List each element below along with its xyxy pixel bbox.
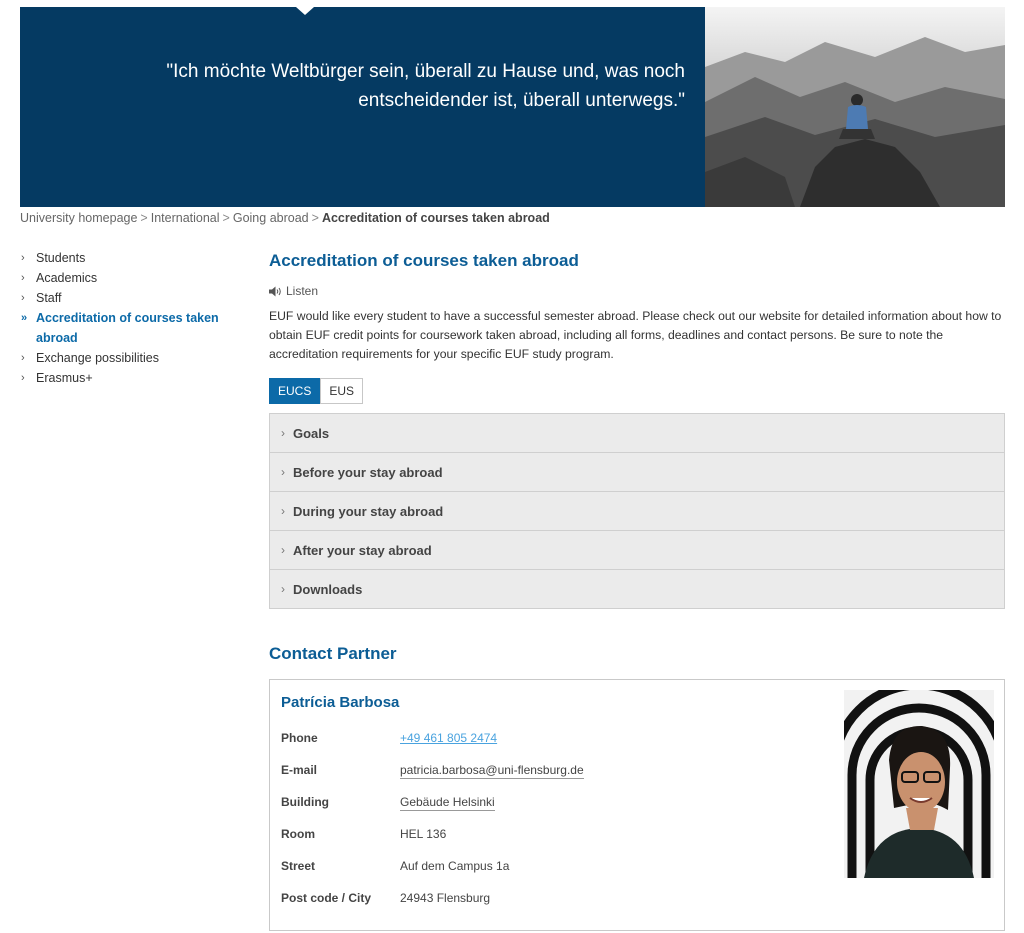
contact-label: E-mail xyxy=(281,763,318,777)
chevron-right-icon: › xyxy=(21,252,25,264)
contact-row-room: Room HEL 136 xyxy=(281,823,584,855)
contact-heading: Contact Partner xyxy=(269,644,397,663)
sidebar-item-label: Accreditation of courses taken abroad xyxy=(36,311,219,345)
contact-row-city: Post code / City 24943 Flensburg xyxy=(281,887,584,919)
sidebar-item-label: Erasmus+ xyxy=(36,371,93,385)
email-link[interactable]: patricia.barbosa@uni-flensburg.de xyxy=(400,759,584,779)
contact-details: Phone +49 461 805 2474 E-mail patricia.b… xyxy=(281,727,584,919)
hero-banner: "Ich möchte Weltbürger sein, überall zu … xyxy=(20,7,1005,207)
chevron-right-icon: › xyxy=(21,272,25,284)
accordion-item-downloads[interactable]: › Downloads xyxy=(270,570,1004,608)
street-value: Auf dem Campus 1a xyxy=(400,859,510,873)
breadcrumb-separator: > xyxy=(222,211,230,225)
sidebar-item-label: Staff xyxy=(36,291,62,305)
contact-row-email: E-mail patricia.barbosa@uni-flensburg.de xyxy=(281,759,584,791)
hero-notch xyxy=(296,7,314,15)
contact-row-phone: Phone +49 461 805 2474 xyxy=(281,727,584,759)
sidebar-item-students[interactable]: › Students xyxy=(20,248,230,268)
accordion: › Goals › Before your stay abroad › Duri… xyxy=(269,413,1005,609)
contact-row-street: Street Auf dem Campus 1a xyxy=(281,855,584,887)
contact-card: Patrícia Barbosa Phone +49 461 805 2474 … xyxy=(269,679,1005,931)
double-chevron-right-icon: » xyxy=(21,312,28,324)
listen-label: Listen xyxy=(286,284,319,298)
chevron-right-icon: › xyxy=(21,352,25,364)
sidebar-item-label: Exchange possibilities xyxy=(36,351,159,365)
chevron-right-icon: › xyxy=(281,582,285,596)
hero-quote: "Ich möchte Weltbürger sein, überall zu … xyxy=(85,57,685,115)
hero-mountain-photo xyxy=(705,7,1005,207)
breadcrumb-separator: > xyxy=(140,211,148,225)
page-title: Accreditation of courses taken abroad xyxy=(269,251,579,270)
tab-eus[interactable]: EUS xyxy=(320,378,364,404)
breadcrumb: University homepage > International > Going … xyxy=(20,211,550,225)
accordion-item-label: After your stay abroad xyxy=(293,542,432,558)
breadcrumb-item-international[interactable]: International xyxy=(151,211,220,225)
sidebar-nav: › Students › Academics › Staff » Accredi… xyxy=(20,248,230,388)
listen-button[interactable]: Listen xyxy=(269,282,1005,300)
accordion-item-label: Downloads xyxy=(293,581,363,597)
accordion-item-label: Goals xyxy=(293,425,330,441)
city-value: 24943 Flensburg xyxy=(400,891,491,905)
sidebar-item-staff[interactable]: › Staff xyxy=(20,288,230,308)
accordion-item-during-stay[interactable]: › During your stay abroad xyxy=(270,492,1004,531)
building-link[interactable]: Gebäude Helsinki xyxy=(400,791,495,811)
sidebar-item-accreditation[interactable]: » Accreditation of courses taken abroad xyxy=(20,308,230,348)
contact-label: Post code / City xyxy=(281,891,372,905)
tab-eucs[interactable]: EUCS xyxy=(269,378,321,404)
speaker-icon xyxy=(269,286,281,296)
chevron-right-icon: › xyxy=(281,426,285,440)
chevron-right-icon: › xyxy=(21,372,25,384)
main-content: Accreditation of courses taken abroad Li… xyxy=(269,250,1005,931)
sidebar-item-label: Students xyxy=(36,251,86,265)
hero-quote-line-1: "Ich möchte Weltbürger sein, überall zu … xyxy=(166,61,685,82)
contact-label: Phone xyxy=(281,731,318,745)
contact-label: Street xyxy=(281,859,316,873)
intro-text: EUF would like every student to have a s… xyxy=(269,309,1002,361)
room-value: HEL 136 xyxy=(400,827,447,841)
accordion-item-before-stay[interactable]: › Before your stay abroad xyxy=(270,453,1004,492)
accordion-item-label: During your stay abroad xyxy=(293,503,444,519)
contact-label: Building xyxy=(281,795,329,809)
contact-label: Room xyxy=(281,827,315,841)
accordion-item-label: Before your stay abroad xyxy=(293,464,443,480)
accordion-item-after-stay[interactable]: › After your stay abroad xyxy=(270,531,1004,570)
sidebar-item-academics[interactable]: › Academics xyxy=(20,268,230,288)
breadcrumb-current: Accreditation of courses taken abroad xyxy=(321,211,550,225)
breadcrumb-item-home[interactable]: University homepage xyxy=(20,211,137,225)
contact-photo xyxy=(844,690,994,878)
chevron-right-icon: › xyxy=(281,543,285,557)
chevron-right-icon: › xyxy=(281,465,285,479)
breadcrumb-item-going-abroad[interactable]: Going abroad xyxy=(233,211,309,225)
contact-name: Patrícia Barbosa xyxy=(281,694,400,711)
sidebar-item-erasmus[interactable]: › Erasmus+ xyxy=(20,368,230,388)
program-tabs: EUCS EUS xyxy=(269,378,1005,404)
phone-link[interactable]: +49 461 805 2474 xyxy=(400,727,497,745)
contact-row-building: Building Gebäude Helsinki xyxy=(281,791,584,823)
hero-quote-line-2: entscheidender ist, überall unterwegs." xyxy=(358,90,685,111)
chevron-right-icon: › xyxy=(281,504,285,518)
sidebar-item-exchange-possibilities[interactable]: › Exchange possibilities xyxy=(20,348,230,368)
accordion-item-goals[interactable]: › Goals xyxy=(270,414,1004,453)
chevron-right-icon: › xyxy=(21,292,25,304)
breadcrumb-separator: > xyxy=(311,211,319,225)
sidebar-item-label: Academics xyxy=(36,271,98,285)
